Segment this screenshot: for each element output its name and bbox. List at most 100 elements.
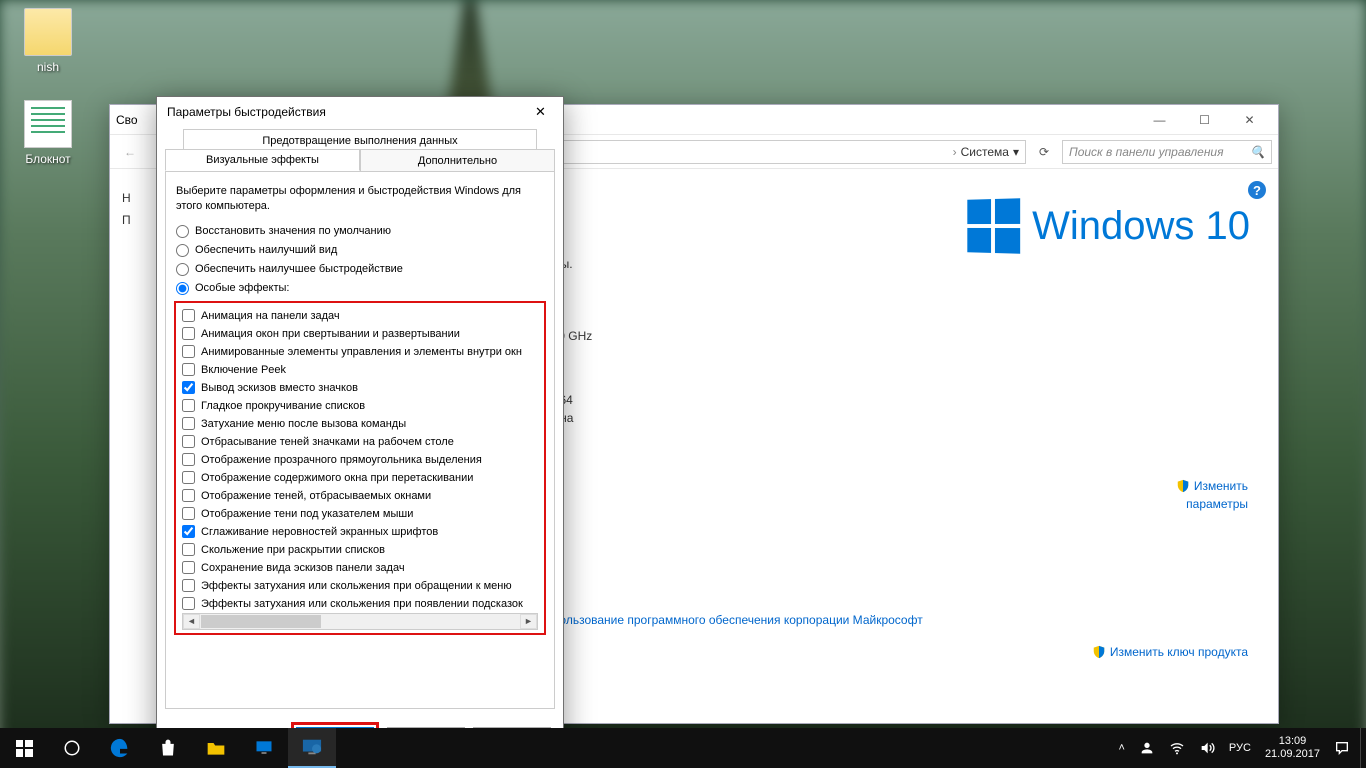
taskbar-system-properties[interactable] (288, 728, 336, 768)
visual-effects-panel: Выберите параметры оформления и быстроде… (165, 171, 555, 709)
effect-checkbox[interactable] (182, 381, 195, 394)
dialog-titlebar[interactable]: Параметры быстродействия ✕ (157, 97, 563, 127)
tray-language[interactable]: РУС (1229, 742, 1251, 754)
start-button[interactable] (0, 728, 48, 768)
effect-checkbox[interactable] (182, 435, 195, 448)
radio-best-appearance[interactable]: Обеспечить наилучший вид (176, 244, 544, 257)
dialog-close-button[interactable]: ✕ (518, 97, 563, 127)
effect-checkbox[interactable] (182, 471, 195, 484)
effect-checkbox[interactable] (182, 363, 195, 376)
effect-checkbox[interactable] (182, 525, 195, 538)
taskbar-cortana[interactable] (48, 728, 96, 768)
horizontal-scrollbar[interactable]: ◄ ► (182, 613, 538, 630)
bag-icon (158, 738, 178, 758)
radio-best-performance[interactable]: Обеспечить наилучшее быстродействие (176, 263, 544, 276)
effect-checkbox[interactable] (182, 417, 195, 430)
tray-volume-icon[interactable] (1199, 740, 1215, 756)
effect-checkbox-row[interactable]: Анимация на панели задач (182, 307, 538, 325)
effect-checkbox-row[interactable]: Анимация окон при свертывании и разверты… (182, 325, 538, 343)
effect-label: Отображение теней, отбрасываемых окнами (201, 490, 431, 502)
breadcrumb-item[interactable]: Система (961, 145, 1009, 159)
effect-checkbox-row[interactable]: Анимированные элементы управления и элем… (182, 343, 538, 361)
radio-restore-defaults[interactable]: Восстановить значения по умолчанию (176, 225, 544, 238)
effect-checkbox-row[interactable]: Отображение содержимого окна при перетас… (182, 469, 538, 487)
scroll-left-button[interactable]: ◄ (183, 614, 200, 629)
effect-checkbox-row[interactable]: Отображение прозрачного прямоугольника в… (182, 451, 538, 469)
taskbar[interactable]: ˄ РУС 13:09 21.09.2017 (0, 728, 1366, 768)
circle-icon (63, 739, 81, 757)
tray-notifications-icon[interactable] (1334, 740, 1350, 756)
effect-label: Отображение тени под указателем мыши (201, 508, 413, 520)
effect-label: Включение Peek (201, 364, 286, 376)
clock-date: 21.09.2017 (1265, 748, 1320, 761)
maximize-button[interactable]: ☐ (1182, 105, 1227, 134)
desktop-icon-notepad[interactable]: Блокнот (10, 100, 86, 166)
effect-checkbox[interactable] (182, 597, 195, 610)
effect-checkbox[interactable] (182, 579, 195, 592)
tab-advanced[interactable]: Дополнительно (360, 149, 555, 171)
scroll-right-button[interactable]: ► (520, 614, 537, 629)
back-button[interactable]: ← (116, 140, 144, 164)
effect-checkbox[interactable] (182, 327, 195, 340)
taskbar-edge[interactable] (96, 728, 144, 768)
effect-checkbox[interactable] (182, 345, 195, 358)
taskbar-settings[interactable] (240, 728, 288, 768)
tray-network-icon[interactable] (1169, 740, 1185, 756)
effect-checkbox-row[interactable]: Эффекты затухания или скольжения при обр… (182, 577, 538, 595)
effect-checkbox-row[interactable]: Сохранение вида эскизов панели задач (182, 559, 538, 577)
window-controls: — ☐ ✕ (1137, 105, 1272, 134)
effect-checkbox-row[interactable]: Отображение тени под указателем мыши (182, 505, 538, 523)
show-desktop-button[interactable] (1360, 728, 1366, 768)
tab-dep[interactable]: Предотвращение выполнения данных (183, 129, 537, 151)
tray-chevron-up-icon[interactable]: ˄ (1118, 742, 1124, 754)
effects-list[interactable]: Анимация на панели задач Анимация окон пр… (182, 307, 538, 611)
effect-checkbox[interactable] (182, 561, 195, 574)
effect-label: Эффекты затухания или скольжения при обр… (201, 580, 512, 592)
effect-checkbox-row[interactable]: Гладкое прокручивание списков (182, 397, 538, 415)
scrollbar-thumb[interactable] (201, 615, 321, 628)
edge-icon (109, 737, 131, 759)
effect-checkbox[interactable] (182, 543, 195, 556)
effect-checkbox-row[interactable]: Вывод эскизов вместо значков (182, 379, 538, 397)
effect-label: Затухание меню после вызова команды (201, 418, 406, 430)
effect-checkbox[interactable] (182, 309, 195, 322)
effect-checkbox-row[interactable]: Отбрасывание теней значками на рабочем с… (182, 433, 538, 451)
effect-checkbox[interactable] (182, 507, 195, 520)
effect-label: Скольжение при раскрытии списков (201, 544, 385, 556)
effect-checkbox-row[interactable]: Отображение теней, отбрасываемых окнами (182, 487, 538, 505)
tray-clock[interactable]: 13:09 21.09.2017 (1265, 735, 1320, 761)
change-settings-link[interactable]: Изменить (1176, 479, 1248, 493)
tray-people-icon[interactable] (1139, 740, 1155, 756)
shield-icon (1092, 645, 1106, 659)
monitor-icon (254, 738, 274, 758)
close-button[interactable]: ✕ (1227, 105, 1272, 134)
system-window-title: Сво (116, 113, 138, 127)
performance-options-dialog: Параметры быстродействия ✕ Предотвращени… (156, 96, 564, 760)
effect-checkbox-row[interactable]: Включение Peek (182, 361, 538, 379)
folder-icon (24, 8, 72, 56)
effect-checkbox-row[interactable]: Скольжение при раскрытии списков (182, 541, 538, 559)
effect-label: Анимация на панели задач (201, 310, 340, 322)
scrollbar-track[interactable] (322, 614, 520, 629)
effect-checkbox-row[interactable]: Сглаживание неровностей экранных шрифтов (182, 523, 538, 541)
minimize-button[interactable]: — (1137, 105, 1182, 134)
tab-visual-effects[interactable]: Визуальные эффекты (165, 149, 360, 171)
change-product-key-link[interactable]: Изменить ключ продукта (1092, 645, 1248, 659)
effect-checkbox-row[interactable]: Эффекты затухания или скольжения при поя… (182, 595, 538, 611)
effect-label: Сохранение вида эскизов панели задач (201, 562, 405, 574)
effects-list-highlight: Анимация на панели задач Анимация окон пр… (174, 301, 546, 635)
desktop-icon-folder[interactable]: nish (10, 8, 86, 74)
effect-checkbox[interactable] (182, 399, 195, 412)
search-placeholder: Поиск в панели управления (1069, 145, 1224, 159)
change-settings-link-2[interactable]: параметры (1186, 497, 1248, 511)
effect-checkbox[interactable] (182, 489, 195, 502)
windows-logo-icon (16, 740, 33, 757)
refresh-button[interactable]: ⟳ (1032, 140, 1056, 164)
effect-checkbox-row[interactable]: Затухание меню после вызова команды (182, 415, 538, 433)
effect-label: Сглаживание неровностей экранных шрифтов (201, 526, 438, 538)
taskbar-store[interactable] (144, 728, 192, 768)
radio-custom[interactable]: Особые эффекты: (176, 282, 544, 295)
effect-checkbox[interactable] (182, 453, 195, 466)
taskbar-explorer[interactable] (192, 728, 240, 768)
search-input[interactable]: Поиск в панели управления 🔍 (1062, 140, 1272, 164)
